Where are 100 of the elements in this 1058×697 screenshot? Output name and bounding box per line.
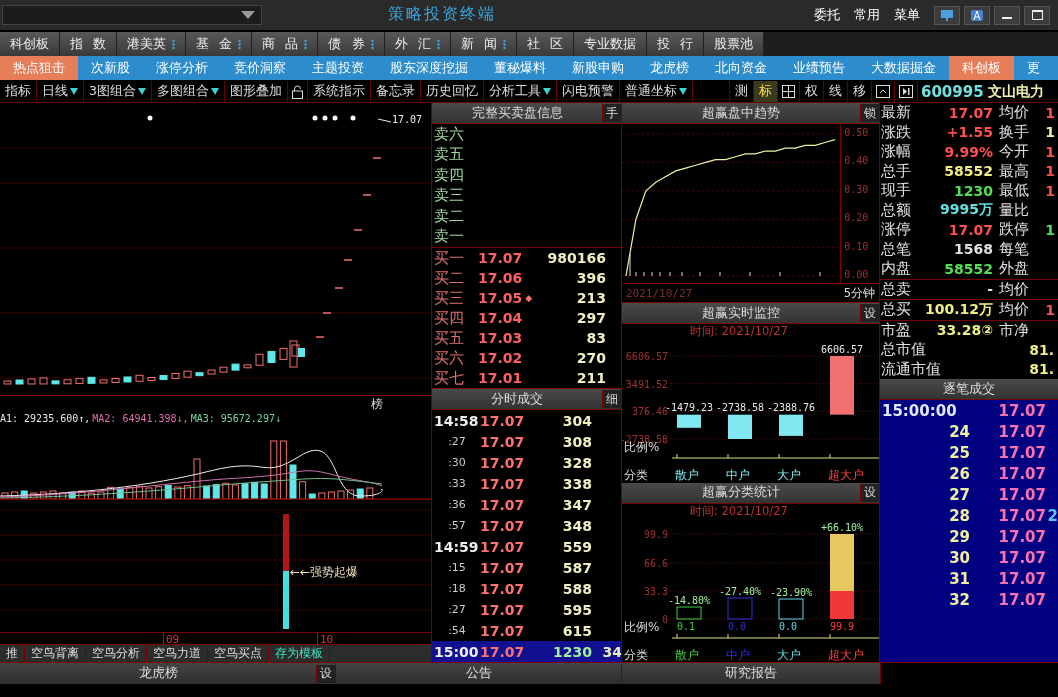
market-tab[interactable]: 科创板: [0, 32, 60, 56]
tick-row[interactable]: 14:58 17.07 304: [432, 410, 621, 431]
minimize-icon[interactable]: [994, 5, 1020, 25]
y-tick-label: 66.6: [643, 557, 668, 569]
feature-tab[interactable]: 次新股: [78, 56, 143, 80]
toolbar-button[interactable]: 图形叠加: [224, 81, 288, 102]
candle: [183, 370, 192, 378]
feature-tab[interactable]: 竞价洞察: [221, 56, 299, 80]
tick-row[interactable]: :36 17.07 347: [432, 494, 621, 515]
tick-row[interactable]: :33 17.07 338: [432, 473, 621, 494]
feature-tab[interactable]: 董秘爆料: [481, 56, 559, 80]
panel-button[interactable]: 设: [860, 304, 879, 323]
feature-tab[interactable]: 股东深度挖掘: [377, 56, 481, 80]
chart-tool-button[interactable]: 权: [799, 81, 824, 102]
ma-legend: A1: 29235.600↑,: [0, 412, 91, 424]
feature-tab[interactable]: 业绩预告: [780, 56, 858, 80]
ratio-value: 0.1: [677, 620, 696, 632]
indicator-tab[interactable]: 存为模板: [269, 645, 330, 662]
top-menu-item[interactable]: 菜单: [894, 6, 920, 24]
tick-row[interactable]: :27 17.07 595: [432, 599, 621, 620]
toolbar-button[interactable]: 备忘录: [370, 81, 421, 102]
monitor-icon[interactable]: [934, 5, 960, 25]
tick-volume: 559: [561, 538, 592, 555]
quote-value: 58552: [943, 163, 993, 180]
tick-row[interactable]: 15:00 17.07 1230 34: [432, 641, 621, 662]
trade-time: 15:00:00: [881, 401, 958, 420]
toolbar-button[interactable]: 历史回忆: [420, 81, 484, 102]
quote-label: 每笔: [998, 239, 1030, 259]
bid-label: 买二: [434, 268, 465, 288]
feature-tab[interactable]: 更: [1014, 56, 1053, 80]
market-tab[interactable]: 投 行: [647, 32, 705, 56]
quote-value: 17.07: [947, 221, 993, 238]
toolbar-button[interactable]: 分析工具: [483, 81, 557, 102]
feature-tab[interactable]: 龙虎榜: [637, 56, 702, 80]
toolbar-button[interactable]: 3图组合: [84, 81, 152, 102]
toolbar-button[interactable]: 闪电预警: [556, 81, 620, 102]
panel-button[interactable]: 锁: [860, 104, 879, 122]
market-tab[interactable]: 股票池: [704, 32, 765, 56]
skip-icon[interactable]: [898, 85, 913, 98]
indicator-tab[interactable]: 空鸟背离: [25, 645, 86, 662]
market-tab[interactable]: 债 券: [318, 32, 385, 56]
quote-value: 1568: [953, 241, 993, 258]
tick-row[interactable]: :18 17.07 588: [432, 578, 621, 599]
toolbar-button[interactable]: 多图组合: [151, 81, 225, 102]
candle: [267, 350, 276, 363]
y-tick-label: 33.3: [643, 585, 668, 597]
feature-tab[interactable]: 涨停分析: [143, 56, 221, 80]
indicator-tab[interactable]: 空鸟分析: [86, 645, 147, 662]
high-price-label: 17.07: [392, 114, 423, 125]
panel-button[interactable]: 细: [602, 390, 621, 408]
window-toggle-icon[interactable]: [875, 85, 890, 98]
toolbar-button[interactable]: 日线: [37, 81, 84, 102]
maximize-icon[interactable]: [1024, 5, 1050, 25]
period-label: 5分钟: [843, 285, 876, 301]
feature-tab[interactable]: 大数据掘金: [858, 56, 949, 80]
bid-label: 买五: [434, 328, 465, 348]
market-tab[interactable]: 港美英: [117, 32, 187, 56]
tick-row[interactable]: :30 17.07 328: [432, 452, 621, 473]
lock-icon[interactable]: [291, 84, 303, 99]
panel-button[interactable]: 设: [316, 664, 335, 683]
bid-volume: 297: [575, 310, 606, 326]
market-tab[interactable]: 社 区: [516, 32, 574, 56]
market-tab[interactable]: 基 金: [186, 32, 253, 56]
tick-row[interactable]: :27 17.07 308: [432, 431, 621, 452]
tick-row[interactable]: :54 17.07 615: [432, 620, 621, 641]
toolbar-button[interactable]: 普通坐标: [619, 81, 693, 102]
tick-row[interactable]: :15 17.07 587: [432, 557, 621, 578]
trade-price: 17.07: [997, 590, 1046, 609]
panel-button[interactable]: 手: [602, 104, 621, 122]
tick-row[interactable]: :57 17.07 348: [432, 515, 621, 536]
quote-label: 最新: [881, 103, 912, 123]
market-tab[interactable]: 新 闻: [450, 32, 517, 56]
percent-label: +66.10%: [820, 521, 864, 533]
top-menu-item[interactable]: 委托: [814, 6, 840, 24]
toolbar-button[interactable]: 指标: [0, 81, 37, 102]
toolbar-button[interactable]: 系统指示: [307, 81, 371, 102]
feature-tab[interactable]: 新股申购: [559, 56, 637, 80]
market-tab[interactable]: 指 数: [60, 32, 118, 56]
tick-row[interactable]: 14:59 17.07 559: [432, 536, 621, 557]
market-tab[interactable]: 商 品: [252, 32, 319, 56]
volume-bar: [193, 458, 201, 499]
chart-tool-button[interactable]: 标: [753, 81, 778, 102]
feature-tab[interactable]: 主题投资: [299, 56, 377, 80]
indicator-tab[interactable]: 空鸟力道: [147, 645, 208, 662]
panel-button[interactable]: 设: [860, 483, 879, 502]
chart-tool-button[interactable]: 测: [729, 81, 754, 102]
feature-tab[interactable]: 北向资金: [702, 56, 780, 80]
percent-label: -23.90%: [769, 586, 813, 598]
chart-tool-button[interactable]: 线: [823, 81, 848, 102]
market-tab[interactable]: 外 汇: [384, 32, 451, 56]
indicator-tab[interactable]: 推: [0, 645, 25, 662]
font-icon[interactable]: [964, 5, 990, 25]
quote-label: 最低: [998, 181, 1030, 201]
market-tab[interactable]: 专业数据: [574, 32, 647, 56]
top-menu-item[interactable]: 常用: [854, 6, 880, 24]
quote-label: 总买: [881, 300, 912, 320]
grid-icon[interactable]: [781, 85, 795, 98]
chart-tool-button[interactable]: 移: [847, 81, 872, 102]
indicator-tab[interactable]: 空鸟买点: [208, 645, 269, 662]
candle: [87, 376, 96, 384]
